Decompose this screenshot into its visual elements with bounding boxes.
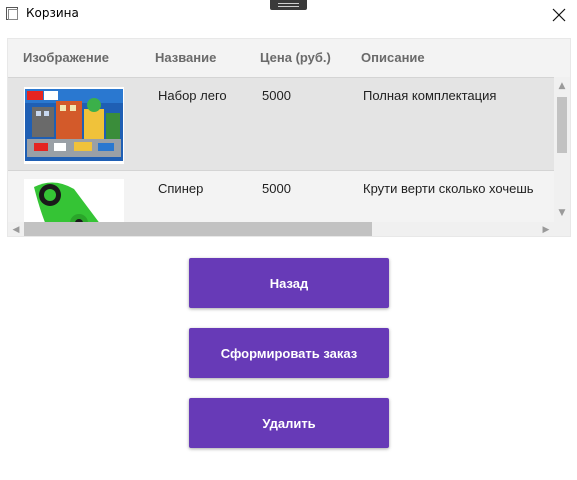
- vertical-scrollbar[interactable]: ▲ ▼: [554, 77, 570, 222]
- column-header-name[interactable]: Название: [155, 50, 216, 65]
- scroll-down-icon[interactable]: ▼: [557, 208, 567, 218]
- cart-grid[interactable]: Изображение Название Цена (руб.) Описани…: [7, 38, 571, 237]
- create-order-button[interactable]: Сформировать заказ: [189, 328, 389, 378]
- app-icon: [6, 7, 18, 20]
- product-name-cell: Набор лего: [158, 88, 227, 103]
- product-image-lego: [24, 87, 124, 164]
- title-bar: Корзина: [0, 0, 577, 30]
- vertical-scroll-thumb[interactable]: [557, 97, 567, 153]
- table-row[interactable]: Набор лего 5000 Полная комплектация: [8, 77, 556, 171]
- product-description-cell: Крути верти сколько хочешь: [363, 181, 534, 196]
- column-header-description[interactable]: Описание: [361, 50, 425, 65]
- close-icon: [552, 8, 566, 22]
- scroll-up-icon[interactable]: ▲: [557, 81, 567, 91]
- product-price-cell: 5000: [262, 88, 291, 103]
- product-description-cell: Полная комплектация: [363, 88, 497, 103]
- back-button[interactable]: Назад: [189, 258, 389, 308]
- product-price-cell: 5000: [262, 181, 291, 196]
- drag-handle[interactable]: [270, 0, 307, 10]
- column-header-image[interactable]: Изображение: [23, 50, 109, 65]
- scrollbar-corner: [554, 222, 570, 236]
- delete-button[interactable]: Удалить: [189, 398, 389, 448]
- horizontal-scroll-thumb[interactable]: [24, 222, 372, 236]
- scroll-right-icon[interactable]: ▶: [541, 225, 551, 235]
- column-header-price[interactable]: Цена (руб.): [260, 50, 331, 65]
- close-button[interactable]: [545, 2, 573, 28]
- grid-header: Изображение Название Цена (руб.) Описани…: [8, 39, 570, 77]
- scroll-left-icon[interactable]: ◀: [11, 225, 21, 235]
- horizontal-scrollbar[interactable]: ◀ ▶: [8, 222, 556, 236]
- product-name-cell: Спинер: [158, 181, 204, 196]
- window-title: Корзина: [26, 6, 79, 20]
